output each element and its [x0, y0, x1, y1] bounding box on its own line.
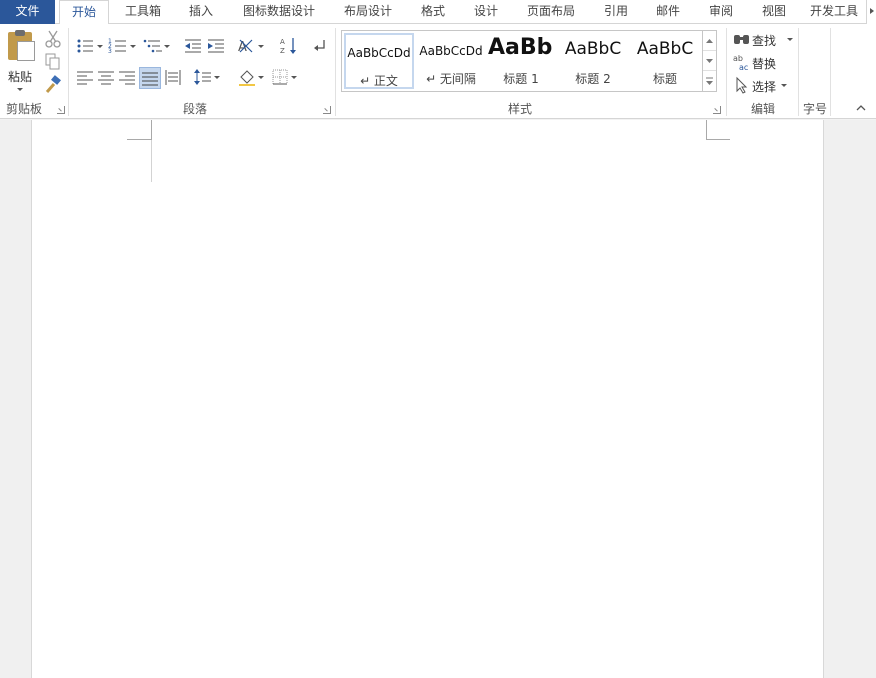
editing-group-label: 编辑	[750, 102, 775, 116]
line-spacing-icon	[194, 69, 220, 85]
style-title[interactable]: AaBbC 标题	[630, 33, 700, 89]
styles-dialog-launcher[interactable]	[713, 106, 721, 114]
bullet-list-icon	[77, 39, 103, 53]
distributed-button[interactable]	[163, 67, 183, 87]
shading-button[interactable]	[237, 67, 267, 87]
align-right-button[interactable]	[117, 67, 137, 87]
binoculars-icon	[734, 35, 749, 44]
crop-mark-top-right	[706, 120, 707, 140]
justify-button[interactable]	[139, 67, 161, 89]
crop-mark-top-left	[127, 139, 151, 140]
tab-layout-design[interactable]: 布局设计	[332, 0, 404, 24]
justify-icon	[142, 72, 158, 86]
tab-mailings[interactable]: 邮件	[644, 0, 692, 24]
gallery-scroll-up-button[interactable]	[703, 31, 716, 51]
show-marks-button[interactable]	[310, 36, 330, 56]
distributed-align-icon	[165, 70, 181, 85]
style-no-spacing[interactable]: AaBbCcDd ↵ 无间隔	[416, 33, 486, 89]
align-left-button[interactable]	[75, 67, 95, 87]
tab-references[interactable]: 引用	[592, 0, 640, 24]
format-painter-button[interactable]	[43, 75, 63, 95]
chinese-layout-icon: A	[238, 39, 264, 55]
sort-button[interactable]: A Z	[279, 36, 299, 56]
align-right-icon	[119, 71, 135, 85]
bullets-button[interactable]	[75, 36, 105, 56]
borders-button[interactable]	[270, 67, 300, 87]
increase-indent-icon	[208, 39, 224, 53]
styles-group-label: 样式	[507, 102, 532, 116]
style-normal[interactable]: AaBbCcDd ↵ 正文	[344, 33, 414, 89]
tab-format[interactable]: 格式	[408, 0, 458, 24]
font-size-group-label: 字号	[802, 102, 827, 116]
numbered-list-icon: 1 2 3	[108, 38, 136, 55]
tab-insert[interactable]: 插入	[176, 0, 226, 24]
paste-button[interactable]: 粘贴	[2, 28, 38, 92]
chevron-up-icon	[706, 39, 713, 43]
tab-file[interactable]: 文件	[0, 0, 55, 24]
tab-chart-data-design[interactable]: 图标数据设计	[230, 0, 328, 24]
document-page[interactable]	[31, 120, 824, 678]
gallery-more-button[interactable]	[703, 71, 716, 91]
borders-icon	[272, 69, 297, 85]
multilevel-list-icon	[143, 39, 170, 53]
align-left-icon	[77, 71, 93, 85]
paint-bucket-icon	[239, 70, 264, 86]
svg-text:A: A	[280, 38, 285, 46]
document-area	[0, 120, 876, 678]
tab-design[interactable]: 设计	[462, 0, 510, 24]
scissors-icon	[45, 30, 61, 48]
align-center-icon	[98, 71, 114, 85]
chevron-up-icon	[856, 105, 866, 111]
clipboard-dialog-launcher[interactable]	[57, 106, 65, 114]
decrease-indent-icon	[185, 39, 201, 53]
styles-gallery: AaBbCcDd ↵ 正文 AaBbCcDd ↵ 无间隔 AaBbl 标题 1 …	[341, 30, 717, 92]
svg-text:Z: Z	[280, 47, 285, 55]
tab-home[interactable]: 开始	[59, 0, 109, 25]
align-center-button[interactable]	[96, 67, 116, 87]
svg-text:ab: ab	[733, 54, 743, 63]
find-button[interactable]: 查找	[733, 29, 803, 49]
ribbon-tab-bar: 文件 开始 工具箱 插入 图标数据设计 布局设计 格式 设计 页面布局 引用 邮…	[0, 0, 876, 25]
line-spacing-button[interactable]	[193, 67, 223, 87]
style-heading-1[interactable]: AaBbl 标题 1	[488, 33, 554, 89]
tab-scroll-right-button[interactable]	[866, 0, 876, 24]
collapse-ribbon-button[interactable]	[854, 102, 868, 114]
tab-view[interactable]: 视图	[750, 0, 798, 24]
replace-button[interactable]: ab ac 替换	[733, 52, 803, 72]
copy-icon	[45, 53, 60, 70]
paragraph-dialog-launcher[interactable]	[323, 106, 331, 114]
cut-button[interactable]	[43, 29, 63, 49]
numbering-button[interactable]: 1 2 3	[108, 36, 138, 56]
format-painter-icon	[45, 75, 61, 93]
tab-page-layout[interactable]: 页面布局	[514, 0, 588, 24]
svg-text:ac: ac	[739, 63, 748, 71]
clipboard-group-label: 剪贴板	[5, 102, 42, 116]
decrease-indent-button[interactable]	[183, 36, 203, 56]
multilevel-list-button[interactable]	[142, 36, 172, 56]
chevron-down-icon	[787, 38, 793, 41]
chevron-down-icon	[781, 84, 787, 87]
increase-indent-button[interactable]	[206, 36, 226, 56]
replace-icon: ab ac	[733, 54, 748, 71]
styles-gallery-scroll	[702, 31, 716, 91]
cursor-arrow-icon	[736, 76, 748, 94]
tab-developer[interactable]: 开发工具	[802, 0, 866, 24]
paste-label: 粘贴	[7, 70, 32, 84]
gallery-scroll-down-button[interactable]	[703, 51, 716, 71]
sort-az-icon: A Z	[280, 38, 296, 55]
ribbon: 粘贴 剪贴板 1 2 3 A A Z 段落 AaBbCcDd ↵ 正文 AaBb…	[0, 24, 876, 119]
style-heading-2[interactable]: AaBbC 标题 2	[558, 33, 628, 89]
chinese-layout-button[interactable]: A	[237, 36, 267, 56]
tab-toolbox[interactable]: 工具箱	[114, 0, 172, 24]
paragraph-mark-icon	[314, 40, 325, 51]
svg-text:3: 3	[108, 48, 112, 55]
paragraph-group-label: 段落	[182, 102, 207, 116]
select-button[interactable]: 选择	[733, 75, 803, 95]
tab-review[interactable]: 审阅	[696, 0, 746, 24]
chevron-down-icon	[17, 88, 23, 91]
chevron-down-icon	[706, 59, 713, 63]
copy-button[interactable]	[43, 52, 63, 72]
expand-gallery-icon	[706, 77, 713, 85]
